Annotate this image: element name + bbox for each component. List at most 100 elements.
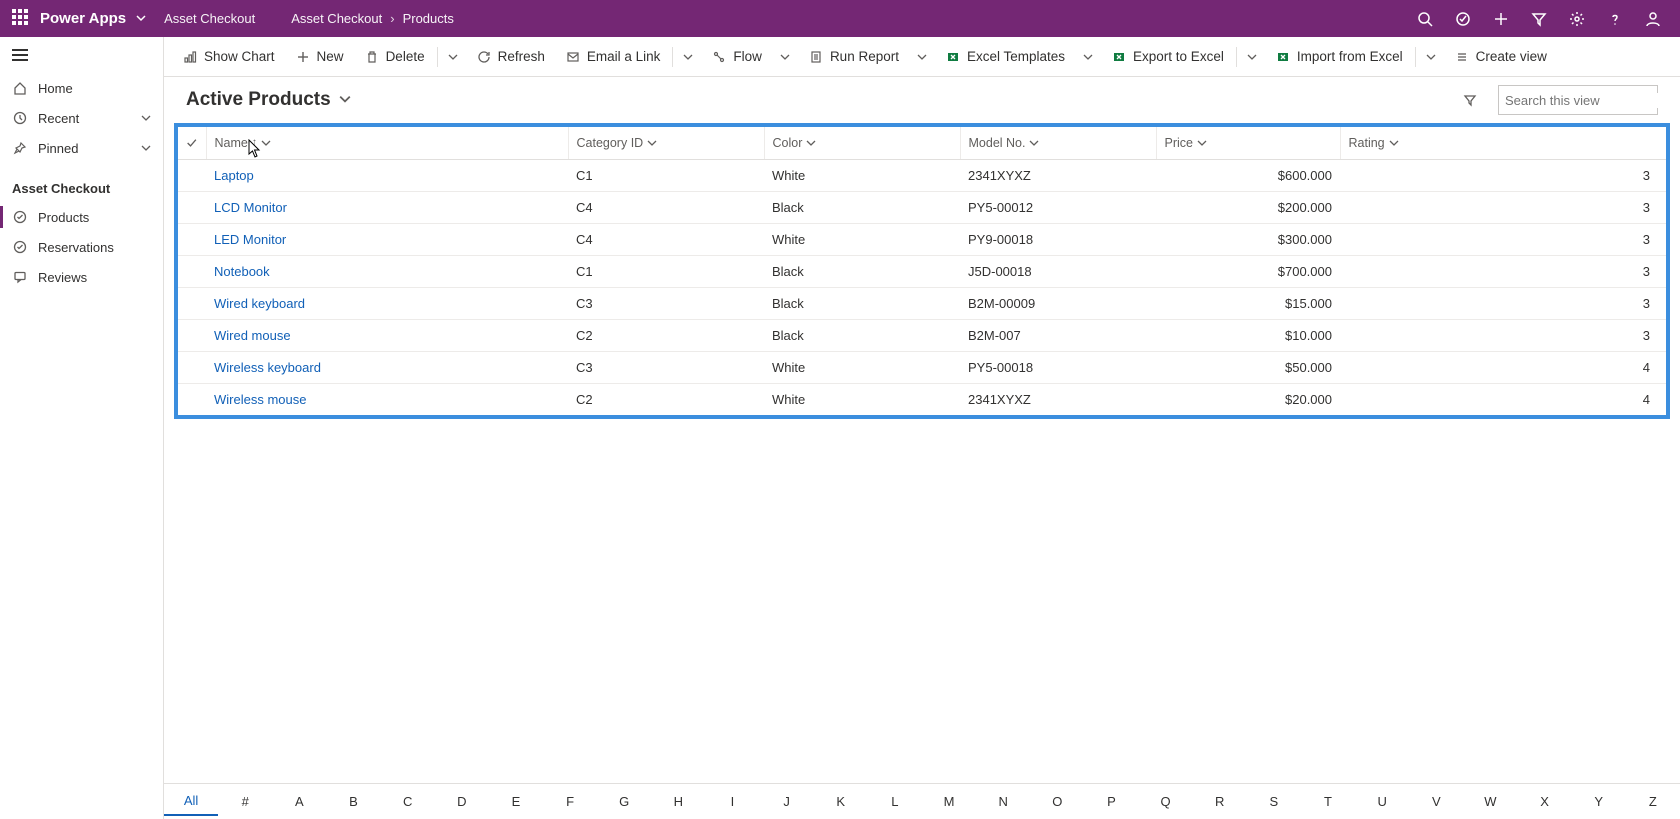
nav-home[interactable]: Home bbox=[0, 73, 163, 103]
alpha-item[interactable]: R bbox=[1193, 788, 1247, 815]
alpha-item[interactable]: A bbox=[272, 788, 326, 815]
row-name-link[interactable]: Wireless mouse bbox=[214, 392, 306, 407]
search-icon[interactable] bbox=[1406, 0, 1444, 37]
alpha-item[interactable]: V bbox=[1409, 788, 1463, 815]
column-header-category[interactable]: Category ID bbox=[568, 127, 764, 159]
new-button[interactable]: New bbox=[285, 37, 354, 77]
breadcrumb-root[interactable]: Asset Checkout bbox=[164, 11, 255, 26]
search-input[interactable] bbox=[1505, 93, 1680, 108]
table-row[interactable]: Wired keyboardC3BlackB2M-00009$15.0003 bbox=[178, 287, 1666, 319]
alpha-item[interactable]: J bbox=[760, 788, 814, 815]
row-name-link[interactable]: Notebook bbox=[214, 264, 270, 279]
brand-chevron-icon[interactable] bbox=[136, 11, 146, 26]
task-icon[interactable] bbox=[1444, 0, 1482, 37]
nav-pinned[interactable]: Pinned bbox=[0, 133, 163, 163]
table-row[interactable]: Wireless keyboardC3WhitePY5-00018$50.000… bbox=[178, 351, 1666, 383]
row-name-link[interactable]: Wired keyboard bbox=[214, 296, 305, 311]
table-row[interactable]: Wireless mouseC2White2341XYXZ$20.0004 bbox=[178, 383, 1666, 415]
nav-recent[interactable]: Recent bbox=[0, 103, 163, 133]
alpha-item[interactable]: O bbox=[1030, 788, 1084, 815]
row-name-link[interactable]: Wired mouse bbox=[214, 328, 291, 343]
row-select[interactable] bbox=[178, 223, 206, 255]
run-report-button[interactable]: Run Report bbox=[798, 37, 909, 77]
column-header-color[interactable]: Color bbox=[764, 127, 960, 159]
flow-button[interactable]: Flow bbox=[701, 37, 772, 77]
column-header-price[interactable]: Price bbox=[1156, 127, 1340, 159]
alpha-item[interactable]: S bbox=[1247, 788, 1301, 815]
delete-button[interactable]: Delete bbox=[354, 37, 435, 77]
excel-templates-dropdown[interactable] bbox=[1075, 52, 1101, 62]
chevron-down-icon[interactable] bbox=[141, 141, 151, 156]
alpha-item[interactable]: L bbox=[868, 788, 922, 815]
alpha-item[interactable]: B bbox=[326, 788, 380, 815]
alpha-item[interactable]: D bbox=[435, 788, 489, 815]
row-select[interactable] bbox=[178, 351, 206, 383]
alpha-item[interactable]: M bbox=[922, 788, 976, 815]
export-excel-button[interactable]: Export to Excel bbox=[1101, 37, 1234, 77]
row-select[interactable] bbox=[178, 159, 206, 191]
row-name-link[interactable]: LCD Monitor bbox=[214, 200, 287, 215]
delete-dropdown[interactable] bbox=[440, 52, 466, 62]
alpha-item[interactable]: F bbox=[543, 788, 597, 815]
alpha-item[interactable]: H bbox=[651, 788, 705, 815]
row-select[interactable] bbox=[178, 191, 206, 223]
alpha-item[interactable]: # bbox=[218, 788, 272, 815]
alpha-item[interactable]: E bbox=[489, 788, 543, 815]
alpha-item[interactable]: T bbox=[1301, 788, 1355, 815]
report-dropdown[interactable] bbox=[909, 52, 935, 62]
alpha-item[interactable]: Z bbox=[1626, 788, 1680, 815]
nav-reviews[interactable]: Reviews bbox=[0, 262, 163, 292]
column-header-model[interactable]: Model No. bbox=[960, 127, 1156, 159]
import-excel-button[interactable]: Import from Excel bbox=[1265, 37, 1413, 77]
alpha-item[interactable]: W bbox=[1463, 788, 1517, 815]
table-row[interactable]: LED MonitorC4WhitePY9-00018$300.0003 bbox=[178, 223, 1666, 255]
alpha-item[interactable]: I bbox=[705, 788, 759, 815]
alpha-item[interactable]: G bbox=[597, 788, 651, 815]
table-row[interactable]: NotebookC1BlackJ5D-00018$700.0003 bbox=[178, 255, 1666, 287]
alpha-item[interactable]: U bbox=[1355, 788, 1409, 815]
alpha-item[interactable]: K bbox=[814, 788, 868, 815]
add-icon[interactable] bbox=[1482, 0, 1520, 37]
alpha-item[interactable]: P bbox=[1084, 788, 1138, 815]
select-all-header[interactable] bbox=[178, 127, 206, 159]
search-input-wrapper[interactable] bbox=[1498, 85, 1658, 115]
create-view-button[interactable]: Create view bbox=[1444, 37, 1557, 77]
row-select[interactable] bbox=[178, 255, 206, 287]
filter-icon[interactable] bbox=[1520, 0, 1558, 37]
table-row[interactable]: Wired mouseC2BlackB2M-007$10.0003 bbox=[178, 319, 1666, 351]
show-chart-button[interactable]: Show Chart bbox=[172, 37, 285, 77]
excel-templates-button[interactable]: Excel Templates bbox=[935, 37, 1075, 77]
breadcrumb-item[interactable]: Asset Checkout bbox=[291, 11, 382, 26]
row-name-link[interactable]: Laptop bbox=[214, 168, 254, 183]
chevron-down-icon[interactable] bbox=[141, 111, 151, 126]
settings-icon[interactable] bbox=[1558, 0, 1596, 37]
alpha-item[interactable]: N bbox=[976, 788, 1030, 815]
alpha-item[interactable]: Y bbox=[1572, 788, 1626, 815]
app-launcher-icon[interactable] bbox=[12, 9, 32, 29]
nav-products[interactable]: Products bbox=[0, 202, 163, 232]
table-row[interactable]: LCD MonitorC4BlackPY5-00012$200.0003 bbox=[178, 191, 1666, 223]
row-select[interactable] bbox=[178, 287, 206, 319]
view-selector-chevron-icon[interactable] bbox=[339, 93, 351, 108]
alpha-item[interactable]: Q bbox=[1139, 788, 1193, 815]
filter-button[interactable] bbox=[1456, 86, 1484, 114]
help-icon[interactable] bbox=[1596, 0, 1634, 37]
nav-reservations[interactable]: Reservations bbox=[0, 232, 163, 262]
table-row[interactable]: LaptopC1White2341XYXZ$600.0003 bbox=[178, 159, 1666, 191]
column-header-name[interactable]: Name↑ bbox=[206, 127, 568, 159]
alpha-item[interactable]: C bbox=[381, 788, 435, 815]
refresh-button[interactable]: Refresh bbox=[466, 37, 555, 77]
column-header-rating[interactable]: Rating bbox=[1340, 127, 1666, 159]
alpha-item[interactable]: All bbox=[164, 787, 218, 816]
email-dropdown[interactable] bbox=[675, 52, 701, 62]
import-excel-dropdown[interactable] bbox=[1418, 52, 1444, 62]
hamburger-icon[interactable] bbox=[0, 37, 163, 73]
row-name-link[interactable]: Wireless keyboard bbox=[214, 360, 321, 375]
account-icon[interactable] bbox=[1634, 0, 1672, 37]
row-select[interactable] bbox=[178, 383, 206, 415]
export-excel-dropdown[interactable] bbox=[1239, 52, 1265, 62]
row-select[interactable] bbox=[178, 319, 206, 351]
row-name-link[interactable]: LED Monitor bbox=[214, 232, 286, 247]
brand-label[interactable]: Power Apps bbox=[40, 10, 126, 27]
email-link-button[interactable]: Email a Link bbox=[555, 37, 671, 77]
